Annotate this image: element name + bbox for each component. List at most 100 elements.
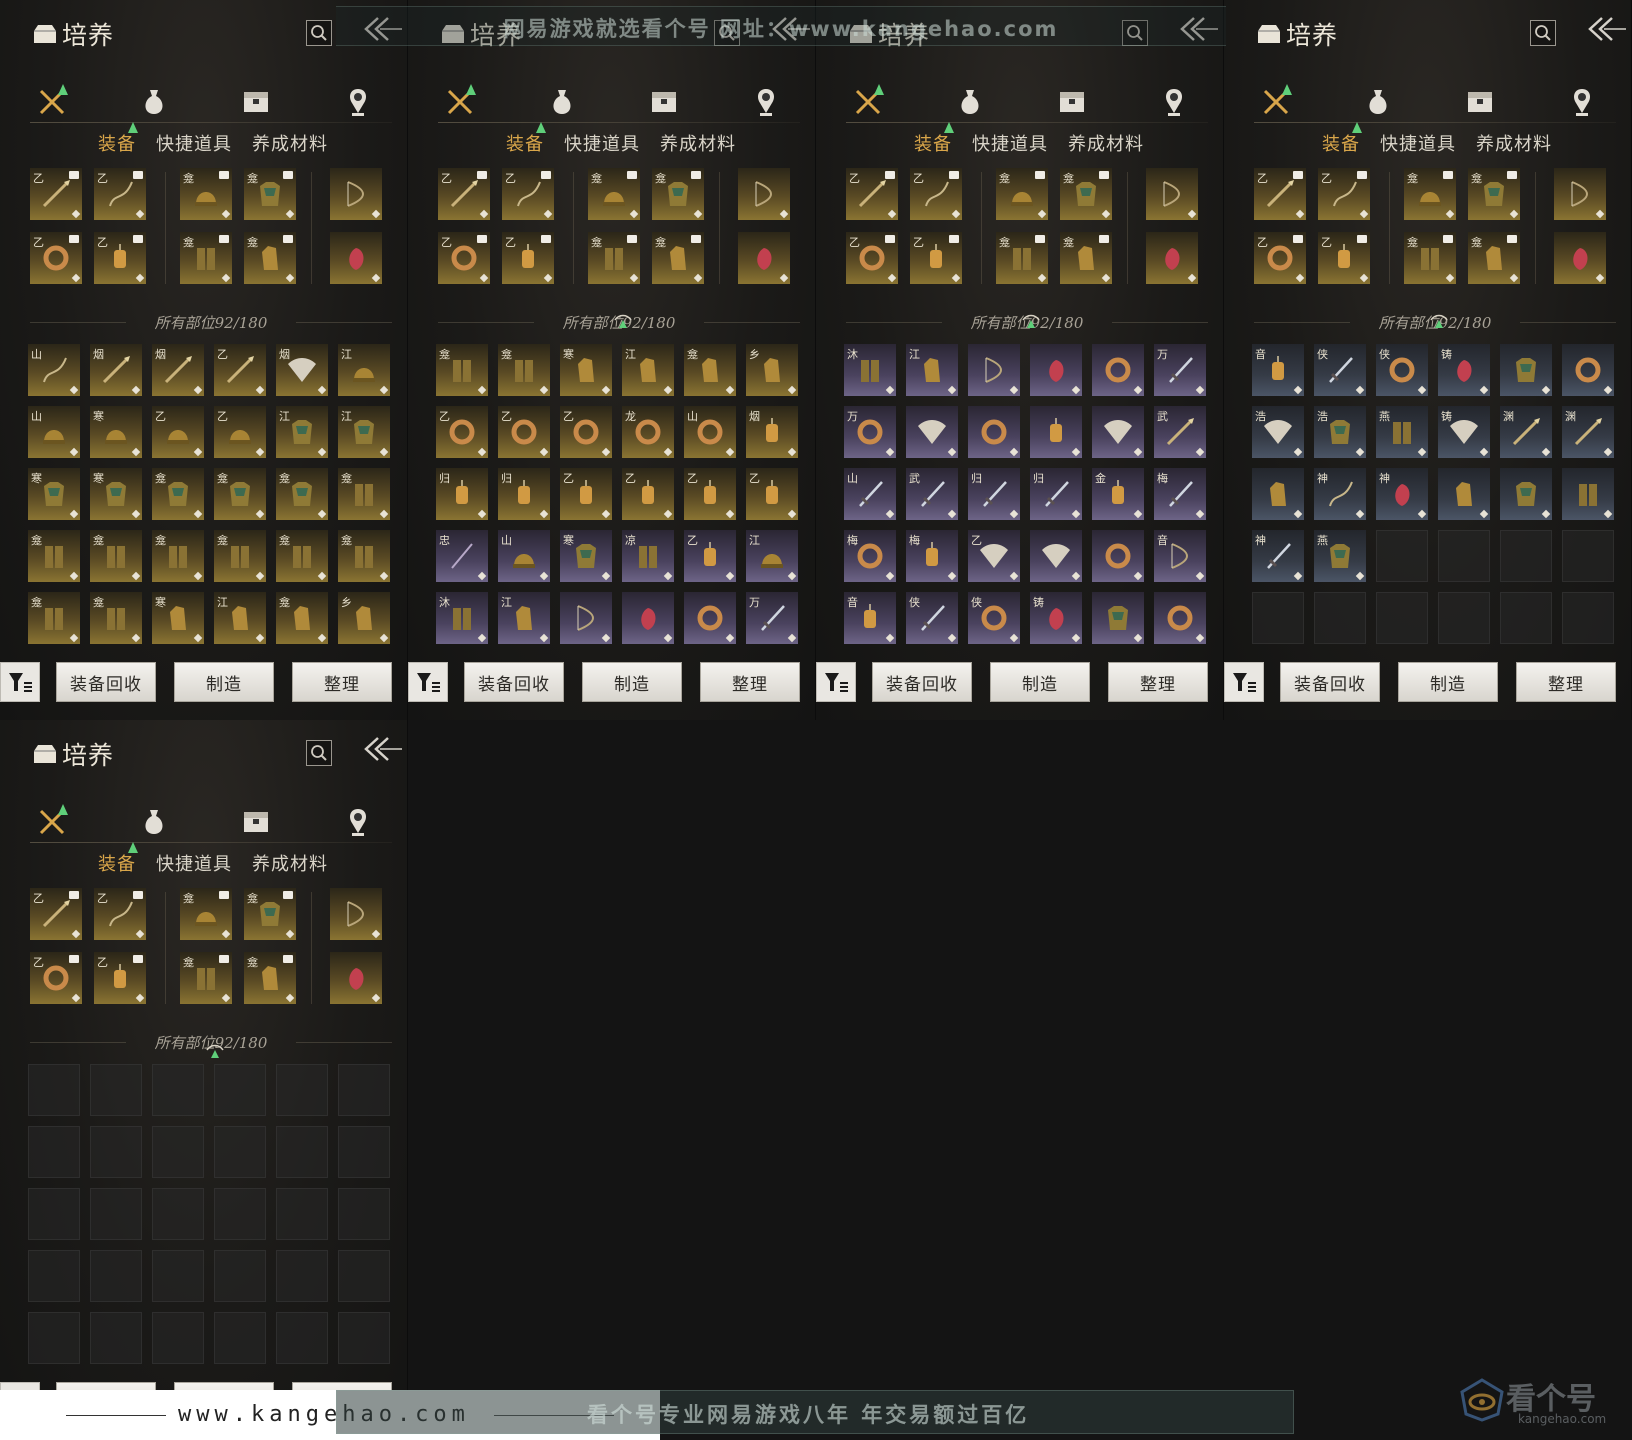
- empty-slot[interactable]: [1438, 592, 1490, 644]
- item-slot[interactable]: 侠: [1376, 344, 1428, 396]
- tab-materials[interactable]: 养成材料: [252, 850, 328, 876]
- item-slot[interactable]: 乙: [968, 530, 1020, 582]
- empty-slot[interactable]: [1376, 592, 1428, 644]
- search-button[interactable]: [306, 740, 332, 766]
- scroll-position-marker[interactable]: [614, 314, 632, 330]
- filter-button[interactable]: [816, 662, 856, 702]
- craft-button[interactable]: 制造: [174, 662, 274, 702]
- item-slot[interactable]: 沐: [844, 344, 896, 396]
- item-slot[interactable]: [1562, 344, 1614, 396]
- item-slot[interactable]: [1092, 592, 1144, 644]
- item-slot[interactable]: [1154, 592, 1206, 644]
- empty-slot[interactable]: [1500, 592, 1552, 644]
- empty-slot[interactable]: [214, 1126, 266, 1178]
- item-slot[interactable]: 归: [968, 468, 1020, 520]
- item-slot[interactable]: 乙: [1254, 232, 1306, 284]
- search-button[interactable]: [306, 20, 332, 46]
- item-slot[interactable]: 江: [906, 344, 958, 396]
- item-slot[interactable]: 龛: [996, 168, 1048, 220]
- item-slot[interactable]: [1030, 530, 1082, 582]
- item-slot[interactable]: 龛: [244, 952, 296, 1004]
- item-slot[interactable]: 万: [1154, 344, 1206, 396]
- tab-location-icon-button[interactable]: [340, 804, 376, 840]
- item-slot[interactable]: [330, 232, 382, 284]
- item-slot[interactable]: 山: [28, 406, 80, 458]
- tab-location-icon-button[interactable]: [340, 84, 376, 120]
- item-slot[interactable]: 龛: [498, 344, 550, 396]
- sort-button[interactable]: 整理: [1516, 662, 1616, 702]
- tab-equipment[interactable]: 装备: [914, 130, 952, 156]
- item-slot[interactable]: 武: [906, 468, 958, 520]
- item-slot[interactable]: 寒: [560, 344, 612, 396]
- item-slot[interactable]: 乙: [498, 406, 550, 458]
- item-slot[interactable]: 龛: [338, 530, 390, 582]
- scroll-position-marker[interactable]: [206, 1044, 224, 1060]
- item-slot[interactable]: 乙: [502, 232, 554, 284]
- item-slot[interactable]: 武: [1154, 406, 1206, 458]
- item-slot[interactable]: [1030, 406, 1082, 458]
- item-slot[interactable]: 烟: [152, 344, 204, 396]
- item-slot[interactable]: 音: [1252, 344, 1304, 396]
- recycle-button[interactable]: 装备回收: [464, 662, 564, 702]
- item-slot[interactable]: [1500, 468, 1552, 520]
- tab-quick-items[interactable]: 快捷道具: [1380, 130, 1456, 156]
- tab-materials-icon-button[interactable]: [646, 84, 682, 120]
- item-slot[interactable]: 乙: [30, 952, 82, 1004]
- item-slot[interactable]: 寒: [90, 468, 142, 520]
- empty-slot[interactable]: [1314, 592, 1366, 644]
- item-slot[interactable]: 乙: [502, 168, 554, 220]
- tab-equipment[interactable]: 装备: [98, 850, 136, 876]
- empty-slot[interactable]: [28, 1064, 80, 1116]
- tab-quick-items-icon-button[interactable]: [544, 84, 580, 120]
- item-slot[interactable]: [1500, 344, 1552, 396]
- item-slot[interactable]: 龛: [180, 232, 232, 284]
- item-slot[interactable]: 乙: [94, 888, 146, 940]
- item-slot[interactable]: 乙: [214, 406, 266, 458]
- item-slot[interactable]: 乡: [338, 592, 390, 644]
- back-arrow-icon[interactable]: [1584, 14, 1628, 44]
- item-slot[interactable]: 山: [684, 406, 736, 458]
- item-slot[interactable]: 寒: [28, 468, 80, 520]
- item-slot[interactable]: 寒: [90, 406, 142, 458]
- empty-slot[interactable]: [90, 1126, 142, 1178]
- empty-slot[interactable]: [28, 1126, 80, 1178]
- empty-slot[interactable]: [214, 1250, 266, 1302]
- item-slot[interactable]: [560, 592, 612, 644]
- item-slot[interactable]: 铸: [1438, 406, 1490, 458]
- empty-slot[interactable]: [90, 1250, 142, 1302]
- tab-materials-icon-button[interactable]: [1462, 84, 1498, 120]
- item-slot[interactable]: 渊: [1562, 406, 1614, 458]
- empty-slot[interactable]: [1438, 530, 1490, 582]
- item-slot[interactable]: 乙: [30, 168, 82, 220]
- empty-slot[interactable]: [276, 1064, 328, 1116]
- tab-quick-items-icon-button[interactable]: [1360, 84, 1396, 120]
- craft-button[interactable]: 制造: [582, 662, 682, 702]
- tab-location-icon-button[interactable]: [748, 84, 784, 120]
- item-slot[interactable]: [1092, 530, 1144, 582]
- recycle-button[interactable]: 装备回收: [1280, 662, 1380, 702]
- item-slot[interactable]: 乙: [622, 468, 674, 520]
- item-slot[interactable]: 江: [276, 406, 328, 458]
- scroll-position-marker[interactable]: [1430, 314, 1448, 330]
- tab-materials-icon-button[interactable]: [238, 84, 274, 120]
- item-slot[interactable]: 龛: [1404, 232, 1456, 284]
- empty-slot[interactable]: [338, 1188, 390, 1240]
- item-slot[interactable]: 归: [1030, 468, 1082, 520]
- item-slot[interactable]: 梅: [1154, 468, 1206, 520]
- item-slot[interactable]: [738, 232, 790, 284]
- tab-equipment[interactable]: 装备: [98, 130, 136, 156]
- item-slot[interactable]: 山: [844, 468, 896, 520]
- item-slot[interactable]: 梅: [906, 530, 958, 582]
- item-slot[interactable]: [684, 592, 736, 644]
- empty-slot[interactable]: [28, 1312, 80, 1364]
- item-slot[interactable]: 乙: [746, 468, 798, 520]
- empty-slot[interactable]: [90, 1188, 142, 1240]
- sort-button[interactable]: 整理: [292, 662, 392, 702]
- item-slot[interactable]: 寒: [560, 530, 612, 582]
- item-slot[interactable]: 烟: [90, 344, 142, 396]
- tab-location-icon-button[interactable]: [1564, 84, 1600, 120]
- item-slot[interactable]: [1092, 344, 1144, 396]
- item-slot[interactable]: 乙: [94, 232, 146, 284]
- item-slot[interactable]: [1092, 406, 1144, 458]
- tab-materials-icon-button[interactable]: [238, 804, 274, 840]
